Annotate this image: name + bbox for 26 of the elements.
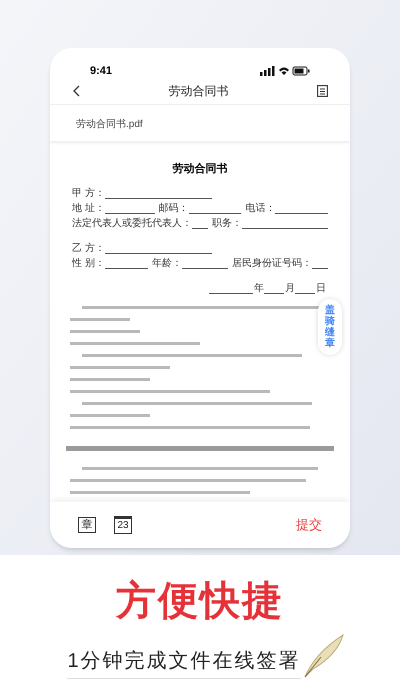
status-icons: [260, 66, 310, 76]
back-icon[interactable]: [72, 85, 80, 97]
seal-button[interactable]: 盖骑缝章: [318, 299, 342, 355]
file-name: 劳动合同书.pdf: [76, 119, 143, 130]
document-icon[interactable]: [317, 85, 328, 97]
date-label: 日: [316, 284, 326, 294]
page-title: 劳动合同书: [168, 83, 228, 100]
document-title: 劳动合同书: [172, 162, 228, 177]
field-label: 乙 方：: [72, 244, 105, 254]
date-label: 年: [254, 284, 264, 294]
field-label: 居民身份证号码：: [232, 258, 312, 268]
field-label: 法定代表人或委托代表人：: [72, 218, 192, 228]
promo-headline: 方便快捷: [116, 581, 284, 621]
date-button[interactable]: 23: [114, 516, 132, 534]
date-label: 月: [285, 284, 295, 294]
promo-subtitle: 1分钟完成文件在线签署: [67, 646, 301, 679]
field-label: 年龄：: [152, 258, 182, 268]
field-label: 邮码：: [158, 204, 189, 214]
field-label: 电话：: [245, 204, 276, 214]
field-label: 地 址：: [72, 204, 105, 214]
stamp-button[interactable]: 章: [78, 517, 96, 533]
field-label: 职务：: [212, 218, 242, 228]
submit-button[interactable]: 提交: [296, 515, 322, 535]
field-label: 性 别：: [72, 258, 105, 268]
status-time: 9:41: [90, 64, 112, 79]
field-label: 甲 方：: [72, 188, 105, 198]
